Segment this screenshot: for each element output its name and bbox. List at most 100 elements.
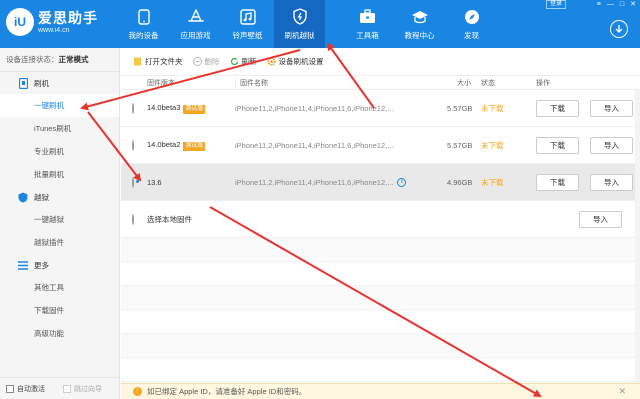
- table-row[interactable]: 13.6 iPhone11,2,iPhone11,4,iPhone11,6,iP…: [121, 164, 640, 201]
- refresh-icon: [230, 57, 239, 66]
- graduation-icon: [411, 8, 429, 26]
- header-size: 大小: [457, 79, 471, 87]
- section-jailbreak: 越狱: [0, 186, 119, 208]
- open-folder-button[interactable]: 打开文件夹: [133, 56, 183, 67]
- firmware-radio[interactable]: [132, 102, 134, 114]
- firmware-size: 5.57GB: [447, 103, 473, 113]
- download-button[interactable]: 下载: [536, 99, 579, 117]
- empty-row: [121, 334, 640, 358]
- empty-row: [121, 238, 640, 262]
- compass-icon: [463, 8, 481, 26]
- toolbox-icon: [359, 8, 377, 26]
- skip-guide-checkbox[interactable]: 跳过向导: [63, 384, 102, 394]
- list-icon: [18, 260, 28, 270]
- sidebar-item-oneclick-flash[interactable]: 一键刷机: [0, 94, 119, 117]
- nav-apps-games[interactable]: 应用游戏: [170, 0, 221, 48]
- flash-device-icon: [18, 77, 28, 89]
- nav-ringtones[interactable]: 铃声壁纸: [222, 0, 273, 48]
- empty-row: [121, 286, 640, 310]
- firmware-version: 14.0beta2: [147, 139, 181, 149]
- notice-close-icon[interactable]: ✕: [618, 386, 626, 397]
- sidebar-item-itunes-flash[interactable]: iTunes刷机: [0, 117, 119, 140]
- nav-flash-jailbreak[interactable]: 刷机越狱: [274, 0, 325, 48]
- empty-row: [121, 262, 640, 286]
- empty-row: [121, 310, 640, 334]
- firmware-status: 未下载: [481, 177, 504, 187]
- scrollbar[interactable]: [635, 90, 640, 383]
- app-title: 爱思助手: [38, 9, 98, 26]
- nav-discover[interactable]: 发现: [446, 0, 497, 48]
- sidebar-item-download-firmware[interactable]: 下载固件: [0, 299, 119, 322]
- import-button[interactable]: 导入: [590, 136, 633, 154]
- firmware-radio[interactable]: [132, 176, 134, 188]
- info-icon[interactable]: i: [397, 177, 407, 187]
- app-logo: iU 爱思助手 www.i4.cn: [6, 8, 98, 36]
- folder-icon: [133, 57, 142, 66]
- firmware-models: iPhone11,2,iPhone11,4,iPhone11,6,iPhone1…: [235, 140, 394, 150]
- delete-icon: [192, 57, 202, 66]
- download-manager-icon[interactable]: [610, 20, 628, 38]
- sidebar: 设备连接状态：正常模式 刷机 一键刷机 iTunes刷机 专业刷机 批量刷机 越…: [0, 48, 120, 399]
- local-firmware-label: 选择本地固件: [147, 214, 192, 224]
- header-status: 状态: [481, 79, 495, 87]
- table-header: 固件版本 固件名称 大小 状态 操作: [121, 76, 640, 90]
- import-button[interactable]: 导入: [590, 173, 633, 191]
- sidebar-footer: 自动激活 跳过向导: [0, 377, 120, 399]
- device-status-value: 正常模式: [58, 55, 89, 64]
- download-button[interactable]: 下载: [536, 136, 579, 154]
- phone-icon: [135, 8, 153, 26]
- import-local-button[interactable]: 导入: [579, 210, 622, 228]
- table-row[interactable]: 14.0beta2 测试版 iPhone11,2,iPhone11,4,iPhon…: [121, 127, 640, 164]
- table-row[interactable]: 14.0beta3 测试版 iPhone11,2,iPhone11,4,iPhon…: [121, 90, 640, 127]
- music-icon: [239, 8, 257, 26]
- auto-activate-checkbox[interactable]: 自动激活: [6, 384, 45, 394]
- sidebar-item-batch-flash[interactable]: 批量刷机: [0, 163, 119, 186]
- section-more: 更多: [0, 254, 119, 276]
- sidebar-item-other-tools[interactable]: 其他工具: [0, 276, 119, 299]
- device-status: 设备连接状态：正常模式: [0, 48, 119, 72]
- local-firmware-row[interactable]: 选择本地固件 导入: [121, 201, 640, 238]
- local-firmware-radio[interactable]: [132, 213, 134, 225]
- flash-icon: [291, 8, 309, 26]
- firmware-size: 4.96GB: [447, 177, 473, 187]
- logo-icon: iU: [6, 8, 34, 36]
- nav-my-device[interactable]: 我的设备: [118, 0, 169, 48]
- app-url: www.i4.cn: [38, 26, 70, 34]
- menu-icon[interactable]: ≡: [597, 0, 601, 10]
- sidebar-item-advanced[interactable]: 高级功能: [0, 322, 119, 345]
- login-button[interactable]: 登录: [545, 0, 566, 9]
- beta-badge: 测试版: [183, 104, 206, 114]
- empty-row: [121, 358, 640, 382]
- refresh-button[interactable]: 刷新: [230, 56, 257, 67]
- firmware-radio[interactable]: [132, 139, 134, 151]
- toolbar: 打开文件夹 删除 刷新 设备刷机设置: [121, 48, 640, 76]
- appstore-icon: [187, 8, 205, 26]
- import-button[interactable]: 导入: [590, 99, 633, 117]
- maximize-icon[interactable]: □: [620, 0, 624, 10]
- header-model: 固件名称: [235, 77, 447, 88]
- delete-button[interactable]: 删除: [192, 56, 220, 67]
- firmware-version: 13.6: [147, 177, 162, 187]
- nav-tutorials[interactable]: 教程中心: [394, 0, 445, 48]
- sidebar-item-oneclick-jailbreak[interactable]: 一键越狱: [0, 208, 119, 231]
- firmware-status: 未下载: [481, 140, 504, 150]
- nav-toolbox[interactable]: 工具箱: [342, 0, 393, 48]
- firmware-version: 14.0beta3: [147, 102, 181, 112]
- main-nav: 我的设备 应用游戏 铃声壁纸 刷机越狱 工具箱 教程中心 发现: [118, 0, 498, 48]
- close-icon[interactable]: ✕: [630, 0, 636, 10]
- header-ops: 操作: [536, 79, 550, 87]
- download-button[interactable]: 下载: [536, 173, 579, 191]
- minimize-icon[interactable]: —: [607, 0, 614, 10]
- device-flash-settings-button[interactable]: 设备刷机设置: [266, 56, 324, 67]
- gear-icon: [266, 57, 276, 66]
- beta-badge: 测试版: [183, 141, 206, 151]
- warning-icon: !: [133, 387, 142, 396]
- jailbreak-icon: [18, 192, 28, 202]
- notice-text: 如已绑定 Apple ID，请准备好 Apple ID和密码。: [147, 387, 307, 396]
- sidebar-item-jailbreak-plugins[interactable]: 越狱插件: [0, 231, 119, 254]
- firmware-models: iPhone11,2,iPhone11,4,iPhone11,6,iPhone1…: [235, 177, 447, 187]
- window-controls: ≡ — □ ✕: [591, 0, 636, 10]
- sidebar-item-pro-flash[interactable]: 专业刷机: [0, 140, 119, 163]
- section-flash: 刷机: [0, 72, 119, 94]
- header-version: 固件版本: [147, 79, 175, 87]
